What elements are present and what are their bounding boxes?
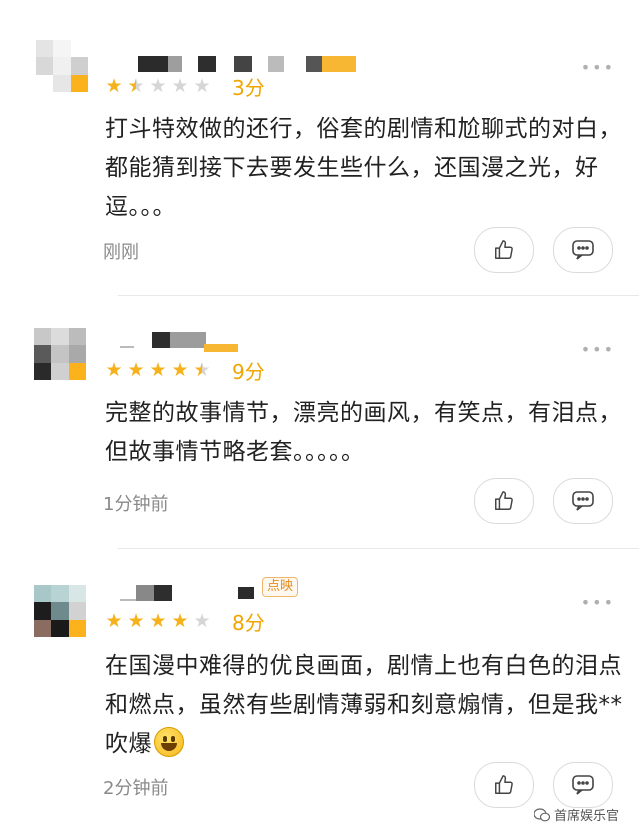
smile-emoji bbox=[154, 727, 184, 757]
comment-time: 刚刚 bbox=[103, 242, 139, 263]
star-icon: ★ bbox=[193, 75, 211, 97]
username-obscured-tail bbox=[204, 344, 238, 352]
comment-item: 点映 ★ ★ ★ ★ ★ 8分 ••• 在国漫中难得的优良画面，剧情上也有白色的… bbox=[0, 549, 639, 834]
rating-score: 9分 bbox=[232, 360, 265, 384]
star-icon: ★ bbox=[193, 359, 211, 381]
avatar[interactable] bbox=[34, 328, 86, 380]
star-icon: ★ bbox=[171, 359, 189, 381]
star-icon: ★ bbox=[127, 610, 145, 632]
rating-score: 3分 bbox=[232, 76, 265, 100]
more-dots-icon[interactable]: ••• bbox=[581, 340, 615, 359]
star-icon: ★ bbox=[171, 75, 189, 97]
reply-button[interactable] bbox=[553, 227, 613, 273]
rating-stars: ★ ★ ★ ★ ★ bbox=[104, 611, 212, 631]
star-icon: ★ bbox=[127, 359, 145, 381]
comment-text: 完整的故事情节，漂亮的画风，有笑点，有泪点，但故事情节略老套。。。。。 bbox=[105, 400, 622, 465]
avatar[interactable] bbox=[34, 585, 86, 637]
speech-bubble-icon bbox=[572, 775, 594, 795]
wechat-icon bbox=[533, 807, 550, 821]
like-button[interactable] bbox=[474, 478, 534, 524]
thumbs-up-icon bbox=[495, 775, 513, 794]
comment-text: 在国漫中难得的优良画面，剧情上也有白色的泪点和燃点，虽然有些剧情薄弱和刻意煽情，… bbox=[105, 647, 625, 764]
thumbs-up-icon bbox=[495, 491, 513, 510]
speech-bubble-icon bbox=[572, 491, 594, 511]
star-icon: ★ bbox=[193, 610, 211, 632]
reply-button[interactable] bbox=[553, 762, 613, 808]
star-icon: ★ bbox=[171, 610, 189, 632]
comment-item: ★ ★ ★ ★ ★ 9分 ••• 完整的故事情节，漂亮的画风，有笑点，有泪点，但… bbox=[0, 296, 639, 548]
username-obscured[interactable] bbox=[120, 332, 206, 348]
star-icon: ★ bbox=[149, 610, 167, 632]
rating-stars: ★ ★ ★ ★ ★ bbox=[104, 360, 212, 380]
star-icon: ★ bbox=[105, 359, 123, 381]
avatar[interactable] bbox=[36, 40, 88, 92]
star-icon: ★ bbox=[149, 75, 167, 97]
thumbs-up-icon bbox=[495, 240, 513, 259]
more-dots-icon[interactable]: ••• bbox=[581, 593, 615, 612]
username-obscured-tail bbox=[238, 587, 254, 599]
star-icon: ★ bbox=[105, 610, 123, 632]
more-dots-icon[interactable]: ••• bbox=[581, 58, 615, 77]
like-button[interactable] bbox=[474, 227, 534, 273]
like-button[interactable] bbox=[474, 762, 534, 808]
comment-item: ★ ★ ★ ★ ★ 3分 ••• 打斗特效做的还行，俗套的剧情和尬聊式的对白，都… bbox=[0, 0, 639, 295]
star-icon: ★ bbox=[149, 359, 167, 381]
username-obscured[interactable] bbox=[138, 56, 356, 72]
speech-bubble-icon bbox=[572, 240, 594, 260]
watermark-text: 首席娱乐官 bbox=[553, 809, 619, 824]
comment-time: 2分钟前 bbox=[103, 778, 169, 799]
rating-stars: ★ ★ ★ ★ ★ bbox=[104, 76, 212, 96]
reply-button[interactable] bbox=[553, 478, 613, 524]
username-obscured[interactable] bbox=[120, 585, 172, 601]
comment-text: 打斗特效做的还行，俗套的剧情和尬聊式的对白，都能猜到接下去要发生些什么，还国漫之… bbox=[105, 116, 622, 220]
star-icon: ★ bbox=[127, 75, 145, 97]
comment-time: 1分钟前 bbox=[103, 494, 169, 515]
star-icon: ★ bbox=[105, 75, 123, 97]
watermark: 首席娱乐官 bbox=[533, 805, 619, 824]
screening-badge: 点映 bbox=[262, 577, 299, 597]
rating-score: 8分 bbox=[232, 611, 265, 635]
